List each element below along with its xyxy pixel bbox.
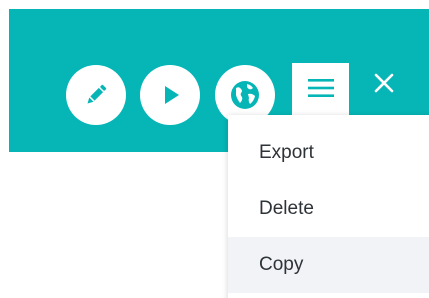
menu-item-delete[interactable]: Delete: [228, 181, 429, 237]
menu-item-label: Export: [259, 142, 314, 163]
menu-item-label: Delete: [259, 198, 314, 219]
menu-button[interactable]: [292, 63, 349, 117]
menu-item-export[interactable]: Export: [228, 125, 429, 181]
menu-item-label: Copy: [259, 254, 304, 275]
edit-button[interactable]: [66, 65, 126, 125]
close-button[interactable]: [366, 67, 402, 103]
globe-icon: [228, 78, 262, 112]
pencil-icon: [81, 80, 111, 110]
menu-item-copy[interactable]: Copy: [228, 237, 429, 293]
play-icon: [155, 80, 185, 110]
dropdown-menu: Export Delete Copy: [228, 115, 429, 298]
hamburger-menu-icon: [306, 77, 336, 104]
page: Export Delete Copy: [0, 0, 429, 298]
play-button[interactable]: [140, 65, 200, 125]
close-icon: [373, 72, 395, 99]
